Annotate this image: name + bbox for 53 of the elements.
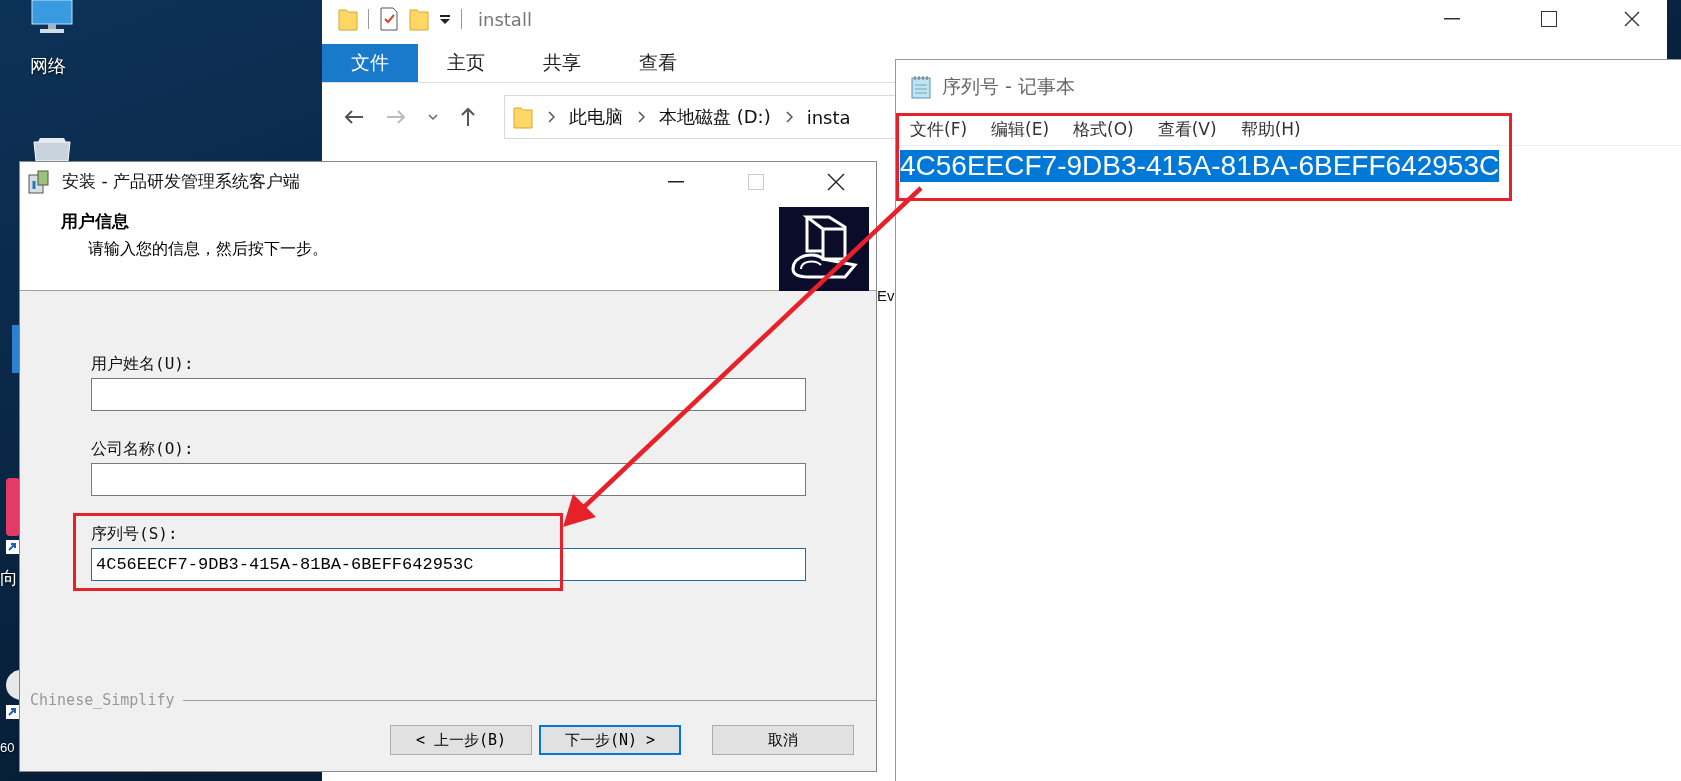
- minimize-icon[interactable]: [1443, 18, 1460, 20]
- menu-item[interactable]: 格式(O): [1071, 117, 1136, 141]
- menu-item[interactable]: 文件(F): [908, 117, 970, 141]
- page-heading: 用户信息: [61, 210, 130, 233]
- text-content: 4C56EECF7-9DB3-415A-81BA-6BEFF642953C: [900, 150, 1500, 182]
- breadcrumb-item[interactable]: insta: [806, 106, 851, 128]
- input-field[interactable]: [91, 463, 806, 496]
- menu-item[interactable]: 查看(V): [1155, 117, 1219, 141]
- maximize-icon[interactable]: [1540, 11, 1557, 27]
- chevron-down-icon[interactable]: [428, 113, 438, 121]
- network-icon[interactable]: [28, 0, 76, 34]
- breadcrumb-item[interactable]: 此电脑: [569, 105, 623, 129]
- field-label: 序列号(S):: [91, 524, 178, 543]
- close-icon[interactable]: [1624, 11, 1640, 27]
- field-label: 公司名称(O):: [91, 439, 194, 458]
- dropdown-arrow-icon[interactable]: [439, 13, 451, 25]
- chevron-right-icon: [637, 111, 645, 123]
- wizard-button[interactable]: 取消: [712, 725, 854, 755]
- window-title: 安装 - 产品研发管理系统客户端: [62, 170, 300, 193]
- desktop-icon-label: 向: [0, 566, 18, 590]
- field-label: 用户姓名(U):: [91, 354, 194, 373]
- menu-item[interactable]: 帮助(H): [1238, 117, 1303, 141]
- page-subheading: 请输入您的信息，然后按下一步。: [88, 239, 329, 260]
- recycle-bin-icon[interactable]: [30, 136, 74, 161]
- ribbon-tab[interactable]: 共享: [514, 44, 610, 82]
- app-icon[interactable]: [4, 668, 19, 702]
- minimize-icon[interactable]: [668, 180, 684, 183]
- ribbon-tab[interactable]: 主页: [418, 44, 514, 82]
- language-label: Chinese_Simplify: [30, 691, 175, 709]
- breadcrumb-item[interactable]: 本地磁盘 (D:): [659, 105, 771, 129]
- ribbon-tab[interactable]: 文件: [322, 44, 418, 82]
- desktop-icon-label: 60: [0, 740, 15, 755]
- wizard-button[interactable]: < 上一步(B): [390, 725, 532, 755]
- notepad-icon: [910, 74, 932, 99]
- shortcut-icon: [6, 705, 19, 719]
- menu-item[interactable]: 编辑(E): [989, 117, 1052, 141]
- file-name: Ev: [877, 287, 895, 304]
- chevron-right-icon: [784, 111, 793, 123]
- back-arrow-icon[interactable]: [344, 109, 364, 125]
- window-title: 序列号 - 记事本: [942, 73, 1075, 99]
- shortcut-icon: [6, 540, 19, 554]
- desktop-icon-label: 网络: [30, 54, 66, 78]
- chevron-right-icon: [547, 111, 555, 123]
- close-icon[interactable]: [827, 172, 845, 191]
- input-field[interactable]: 4C56EECF7-9DB3-415A-81BA-6BEFF642953C: [91, 548, 806, 581]
- installer-icon: [26, 168, 52, 195]
- window-title: install: [478, 8, 532, 30]
- document-check-icon[interactable]: [379, 7, 399, 31]
- input-field[interactable]: [91, 378, 806, 411]
- ribbon-tab[interactable]: 查看: [610, 44, 706, 82]
- up-arrow-icon[interactable]: [460, 107, 476, 127]
- maximize-icon: [748, 173, 764, 190]
- wizard-button[interactable]: 下一步(N) >: [539, 725, 681, 755]
